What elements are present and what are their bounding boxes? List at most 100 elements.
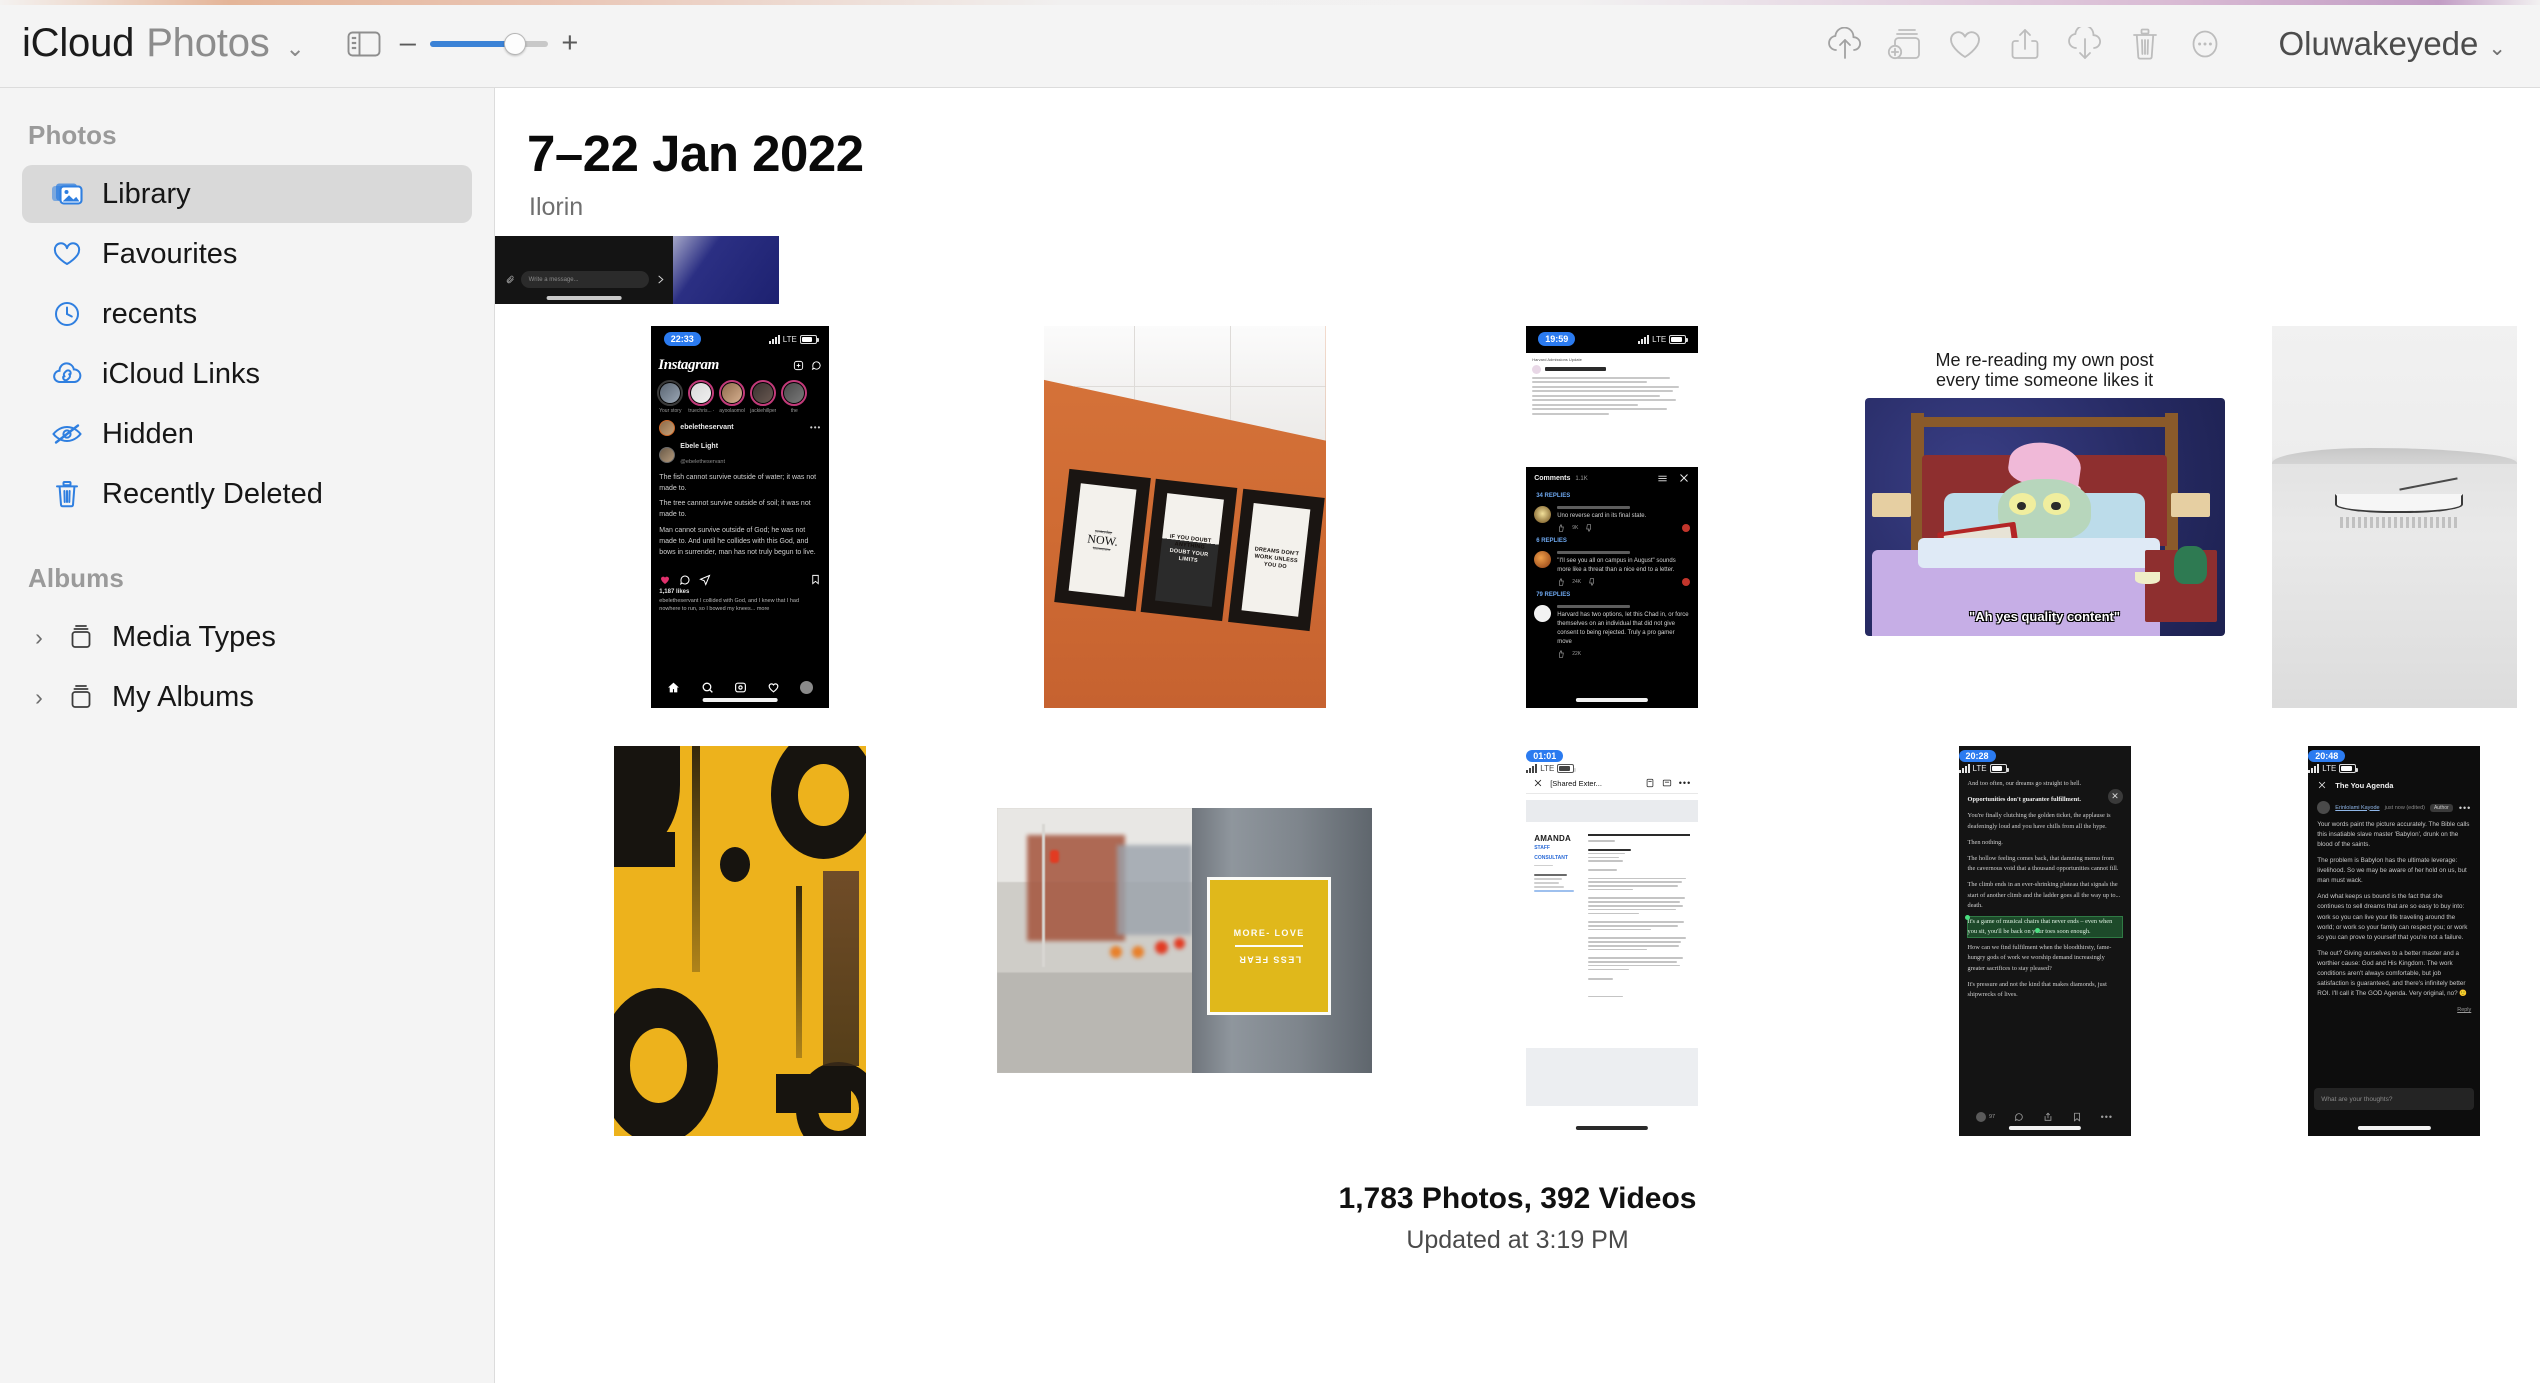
comments-header[interactable]: Comments 1.1K [1526,467,1698,489]
sidebar-item-hidden[interactable]: Hidden [22,405,472,463]
library-icon [50,177,84,211]
comment-input[interactable]: What are your thoughts? [2314,1088,2475,1110]
post-quote-card: Ebele Light @ebeletheservant The fish ca… [659,443,821,559]
instagram-post: ebeletheservant ••• Ebele Light @ebeleth… [651,414,829,570]
zoom-control[interactable]: – + [399,29,579,58]
comment-author[interactable]: Erinlolami Kayode [2335,805,2379,811]
sidebar-item-label: Recently Deleted [102,477,323,510]
favourite-icon[interactable] [1942,21,1988,67]
signal-icon [768,334,780,344]
download-icon[interactable] [2062,21,2108,67]
add-to-album-icon[interactable] [1882,21,1928,67]
replies-count[interactable]: 79 REPLIES [1526,588,1698,602]
photo-cell[interactable]: 01:01 LTE [Shared Exter... ••• AMANDA ST… [1384,746,1841,1136]
sidebar-toggle-icon[interactable] [341,21,387,67]
the-you-agenda-screenshot[interactable]: 20:48 LTE The You Agenda Erinlolami Kayo… [2308,746,2481,1136]
sidebar-item-favourites[interactable]: Favourites [22,225,472,283]
story-item[interactable]: ayoolaomole [719,379,746,414]
photo-cell[interactable]: yesterday NOW. tomorrow IF YOU DOUBT ANY… [986,326,1384,708]
like-count: 9K [1572,525,1579,532]
chat-input-row[interactable]: Write a message... [506,271,666,288]
chat-thread-fragment[interactable]: Try another Ask again Write a message... [495,236,673,304]
zoom-in-button[interactable]: + [561,29,579,58]
chevron-down-icon[interactable]: ⌄ [286,35,305,62]
like-count: 22K [1572,651,1582,658]
library-summary: 1,783 Photos, 392 Videos Updated at 3:19… [495,1136,2540,1255]
photo-cell[interactable]: 19:59 LTE Harvard Admissions Update Comm… [1384,326,1841,708]
sidebar-item-recents[interactable]: recents [22,285,472,343]
story-item[interactable]: the [781,379,808,414]
photo-row-main: 22:33 LTE Instagram Your story truechris… [495,326,2540,708]
carrier-label: LTE [1540,764,1555,773]
sidebar-item-my-albums[interactable]: › My Albums [22,668,472,726]
more-love-less-fear-sticker-photo[interactable]: MORE- LOVE LESS FEAR [997,808,1373,1073]
instagram-stories[interactable]: Your story truechris... +1 ayoolaomole [651,376,829,414]
story-caption: the [790,407,798,414]
comment-item[interactable]: Uno reverse card in its final state. 9K [1526,503,1698,534]
quote-paragraph: The tree cannot survive outside of soil;… [659,500,811,519]
quote-paragraph: The fish cannot survive outside of water… [659,473,817,492]
story-item[interactable]: jackiehillperry [750,379,777,414]
squidward-meme[interactable]: Me re-reading my own post every time som… [1864,346,2225,636]
photo-cell[interactable] [495,746,986,1136]
sidebar-item-icloud-links[interactable]: iCloud Links [22,345,472,403]
instagram-tabbar[interactable] [651,681,829,694]
yellow-sign-photo[interactable] [614,746,867,1136]
photo-grid-pane[interactable]: 7–22 Jan 2022 Ilorin Liked by blair.linn… [495,88,2540,1383]
motivational-frames-photo[interactable]: yesterday NOW. tomorrow IF YOU DOUBT ANY… [1043,326,1326,708]
close-icon[interactable]: ✕ [2107,788,2123,804]
article-paragraph: Then nothing. [1967,838,2003,846]
post-author-row[interactable]: ebeletheservant ••• [659,419,821,436]
share-icon[interactable] [2002,21,2048,67]
chevron-right-icon[interactable]: › [28,624,50,651]
photo-row-bottom: MORE- LOVE LESS FEAR 01:01 LTE [Shared E… [495,746,2540,1136]
account-menu[interactable]: Oluwakeyede ⌄ [2278,25,2506,63]
story-item[interactable]: truechris... +1 [688,379,715,414]
reply-button[interactable]: Reply [2308,1007,2480,1013]
document-toolbar[interactable]: [Shared Exter... ••• [1526,773,1699,794]
sidebar-item-label: Hidden [102,417,194,450]
upload-icon[interactable] [1822,21,1868,67]
article-actions[interactable]: 97 ••• [1959,1112,2131,1122]
photo-cell[interactable] [2249,326,2540,708]
replies-count[interactable]: 6 REPLIES [1526,534,1698,548]
toolbar: iCloud Photos ⌄ – + Oluwakeyede ⌄ [0,0,2540,88]
photo-cell[interactable]: MORE- LOVE LESS FEAR [986,746,1384,1073]
shared-document-screenshot[interactable]: 01:01 LTE [Shared Exter... ••• AMANDA ST… [1526,746,1699,1136]
chat-input[interactable]: Write a message... [520,271,649,288]
replies-count[interactable]: 34 REPLIES [1526,489,1698,503]
article-paragraph: The hollow feeling comes back, that damn… [1967,854,2119,873]
last-updated: Updated at 3:19 PM [1406,1226,1629,1254]
sidebar-item-recently-deleted[interactable]: Recently Deleted [22,465,472,523]
sidebar-item-library[interactable]: Library [22,165,472,223]
post-actions[interactable] [651,570,829,586]
zoom-out-button[interactable]: – [399,29,417,58]
story-item[interactable]: Your story [657,379,684,414]
photo-cell[interactable]: 22:33 LTE Instagram Your story truechris… [495,326,986,708]
sidebar-item-media-types[interactable]: › Media Types [22,608,472,666]
article-highlighted-paragraph[interactable]: It's a game of musical chairs that never… [1967,916,2122,938]
comments-screenshot[interactable]: 19:59 LTE Harvard Admissions Update Comm… [1526,326,1699,708]
battery-icon [1989,764,2009,773]
app-title[interactable]: iCloud Photos ⌄ [22,21,305,66]
comment-item[interactable]: "I'll see you all on campus in August" s… [1526,548,1698,588]
photo-cell[interactable]: 20:28 LTE ✕ And too often, our dreams go… [1841,746,2249,1136]
instagram-screenshot[interactable]: 22:33 LTE Instagram Your story truechris… [651,326,830,708]
comment-author-row[interactable]: Erinlolami Kayode just now (edited) Auth… [2308,797,2480,818]
brand-photos: Photos [146,21,270,65]
brand-icloud: iCloud [22,21,135,65]
delete-icon[interactable] [2122,21,2168,67]
more-icon[interactable] [2182,21,2228,67]
photo-cell[interactable]: Me re-reading my own post every time som… [1841,326,2249,636]
letterhead-role-1: STAFF [1534,845,1550,851]
slider-knob[interactable] [503,32,526,55]
comment-item[interactable]: Harvard has two options, let this Chad i… [1526,602,1698,660]
boat-on-lake-photo[interactable] [2271,326,2517,708]
chevron-right-icon[interactable]: › [28,684,50,711]
zoom-slider[interactable] [429,32,548,55]
photo-cell[interactable]: 20:48 LTE The You Agenda Erinlolami Kayo… [2249,746,2540,1136]
thread-header[interactable]: The You Agenda [2308,773,2480,797]
article-highlight-screenshot[interactable]: 20:28 LTE ✕ And too often, our dreams go… [1958,746,2131,1136]
signal-icon [1638,334,1650,344]
